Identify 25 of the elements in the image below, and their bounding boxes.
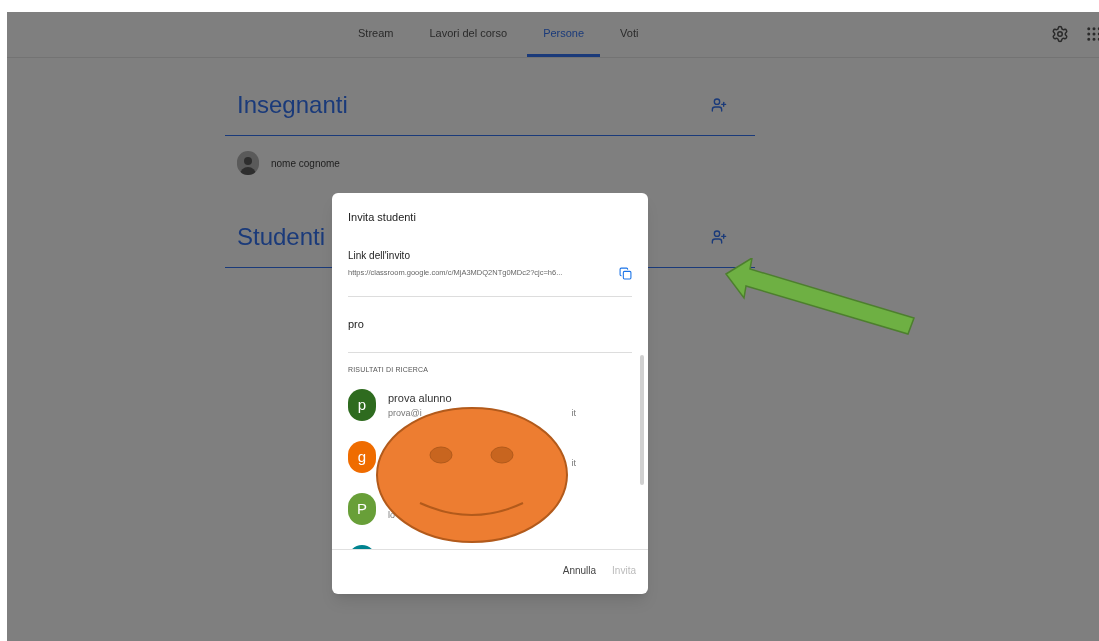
nav-tab[interactable]: Persone — [527, 12, 601, 57]
student-email: it — [571, 457, 576, 471]
avatar-silhouette-icon — [237, 151, 259, 175]
person-name: nome cognome — [271, 156, 340, 171]
avatar: p — [348, 389, 376, 421]
student-name: prova alunno — [388, 391, 453, 406]
add-person-icon[interactable] — [711, 96, 727, 113]
avatar: P — [348, 493, 376, 525]
settings-icon[interactable] — [1051, 25, 1069, 43]
dialog-title: Invita studenti — [348, 210, 417, 225]
student-email: lo — [388, 509, 395, 523]
nav-tab[interactable]: Voti — [604, 12, 655, 57]
apps-icon[interactable] — [1085, 25, 1099, 43]
avatar: g — [348, 441, 376, 473]
dialog-action[interactable]: Annulla — [562, 562, 597, 578]
student-email: prova@i — [388, 406, 422, 420]
search-field[interactable]: pro — [348, 296, 632, 353]
section-title: Insegnanti — [237, 89, 348, 120]
add-person-icon[interactable] — [711, 228, 727, 245]
section-title: Studenti — [237, 221, 326, 252]
student-email: it — [571, 406, 576, 420]
copy-icon[interactable] — [619, 266, 632, 280]
link-label: Link dell'invito — [348, 248, 411, 263]
nav-tab[interactable]: Stream — [342, 12, 410, 57]
nav-tab[interactable]: Lavori del corso — [413, 12, 524, 57]
